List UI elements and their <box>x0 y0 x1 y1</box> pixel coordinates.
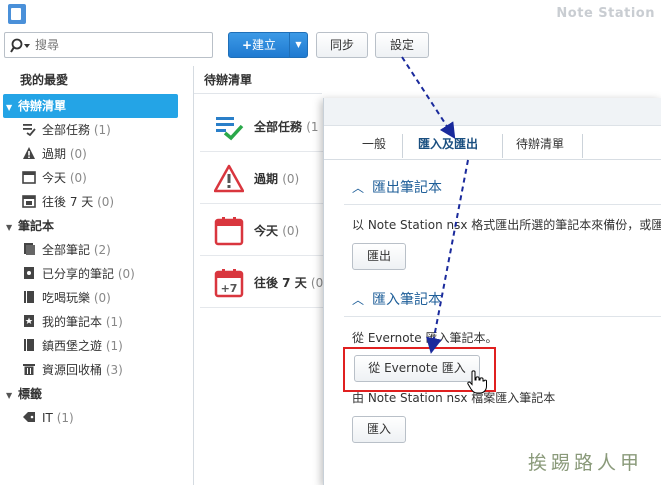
title-bar: Note Station <box>0 0 661 28</box>
svg-text:+7: +7 <box>221 282 238 295</box>
calendar-icon <box>22 171 36 184</box>
tab-todo[interactable]: 待辦清單 <box>516 132 564 158</box>
search-box[interactable] <box>4 32 213 58</box>
search-icon[interactable] <box>10 37 32 55</box>
chevron-up-icon[interactable]: ︿ <box>352 290 364 310</box>
sidebar-group-label: 標籤 <box>18 387 43 401</box>
export-section-title[interactable]: ︿ 匯出筆記本 <box>352 178 442 198</box>
sidebar-item-next-7-days[interactable]: 往後 7 天 (0) <box>0 190 193 214</box>
notebook-icon <box>24 339 34 351</box>
create-button-label: 建立 <box>252 38 277 52</box>
sidebar-favorites[interactable]: 我的最愛 <box>0 66 193 94</box>
sidebar-item-trash[interactable]: 資源回收桶 (3) <box>0 358 193 382</box>
settings-panel-header <box>324 98 661 126</box>
search-input[interactable] <box>35 36 205 54</box>
notes-icon <box>24 243 35 255</box>
sidebar-item-today[interactable]: 今天 (0) <box>0 166 193 190</box>
checklist-icon <box>23 124 36 136</box>
sidebar-item-notebook-food[interactable]: 吃喝玩樂 (0) <box>0 286 193 310</box>
todo-row-overdue[interactable]: 過期 (0) <box>200 152 330 204</box>
calendar-plus7-icon: +7 <box>214 269 244 298</box>
calendar-plus7-icon <box>22 195 36 208</box>
sidebar-item-overdue[interactable]: 過期 (0) <box>0 142 193 166</box>
hand-cursor-icon <box>467 370 487 394</box>
tab-separator <box>502 134 503 158</box>
sidebar-item-all-notes[interactable]: 全部筆記 (2) <box>0 238 193 262</box>
sidebar-group-tags[interactable]: ▼ 標籤 <box>0 382 193 406</box>
star-notebook-icon <box>24 315 34 327</box>
trash-icon <box>23 364 35 375</box>
chevron-up-icon[interactable]: ︿ <box>352 178 364 198</box>
sidebar-group-notebooks[interactable]: ▼ 筆記本 <box>0 214 193 238</box>
import-evernote-description: 從 Evernote 匯入筆記本。 <box>352 331 498 345</box>
sidebar-item-all-tasks[interactable]: 全部任務 (1) <box>0 118 193 142</box>
sidebar: 我的最愛 ▼ 待辦清單 全部任務 (1) 過期 (0) 今天 (0) 往後 7 天… <box>0 66 193 485</box>
sync-button[interactable]: 同步 <box>316 32 368 58</box>
note-station-app-icon <box>8 4 26 24</box>
todo-row-next-7-days[interactable]: +7 往後 7 天 (0) <box>200 256 330 308</box>
plus-icon: + <box>241 38 253 52</box>
notebook-icon <box>24 291 34 303</box>
todo-row-label: 全部任務 <box>254 120 303 134</box>
tab-separator <box>582 134 583 158</box>
export-button[interactable]: 匯出 <box>352 243 406 270</box>
app-title: Note Station <box>556 6 655 21</box>
tabs-underline <box>324 159 661 160</box>
sidebar-item-shared-notes[interactable]: 已分享的筆記 (0) <box>0 262 193 286</box>
sidebar-group-label: 待辦清單 <box>18 99 67 113</box>
export-description: 以 Note Station nsx 格式匯出所選的筆記本來備份，或匯 <box>352 218 661 232</box>
sidebar-group-label: 筆記本 <box>18 219 55 233</box>
tab-separator <box>402 134 403 158</box>
todo-row-label: 往後 7 天 <box>254 276 307 290</box>
tab-general[interactable]: 一般 <box>362 132 386 158</box>
todo-row-label: 今天 <box>254 224 279 238</box>
import-button[interactable]: 匯入 <box>352 416 406 443</box>
export-section-divider <box>344 204 661 205</box>
collapse-arrow-icon[interactable]: ▼ <box>6 96 18 120</box>
tab-import-export[interactable]: 匯入及匯出 <box>418 132 478 158</box>
tag-icon <box>23 412 35 422</box>
sidebar-group-todo[interactable]: ▼ 待辦清單 <box>3 94 178 118</box>
shared-notes-icon <box>24 267 34 279</box>
warning-icon <box>23 147 35 159</box>
sidebar-item-my-notebook[interactable]: 我的筆記本 (1) <box>0 310 193 334</box>
calendar-icon <box>214 217 244 246</box>
todo-row-all-tasks[interactable]: 全部任務 (1 <box>200 100 330 152</box>
collapse-arrow-icon[interactable]: ▼ <box>6 216 18 240</box>
settings-panel: 一般 匯入及匯出 待辦清單 ︿ 匯出筆記本 以 Note Station nsx … <box>323 98 661 485</box>
todo-row-today[interactable]: 今天 (0) <box>200 204 330 256</box>
checklist-icon <box>216 117 244 141</box>
collapse-arrow-icon[interactable]: ▼ <box>6 384 18 408</box>
create-button[interactable]: +建立 ▼ <box>228 32 308 58</box>
chevron-down-icon[interactable]: ▼ <box>289 33 307 57</box>
warning-icon <box>214 164 244 193</box>
import-section-title[interactable]: ︿ 匯入筆記本 <box>352 290 442 310</box>
sidebar-item-tag-it[interactable]: IT (1) <box>0 406 193 430</box>
import-section-divider <box>344 316 661 317</box>
todo-list-header: 待辦清單 <box>194 66 322 94</box>
settings-button[interactable]: 設定 <box>375 32 429 58</box>
watermark: 挨踢路人甲 <box>528 452 644 474</box>
sidebar-item-notebook-trip[interactable]: 鎮西堡之遊 (1) <box>0 334 193 358</box>
todo-row-label: 過期 <box>254 172 279 186</box>
